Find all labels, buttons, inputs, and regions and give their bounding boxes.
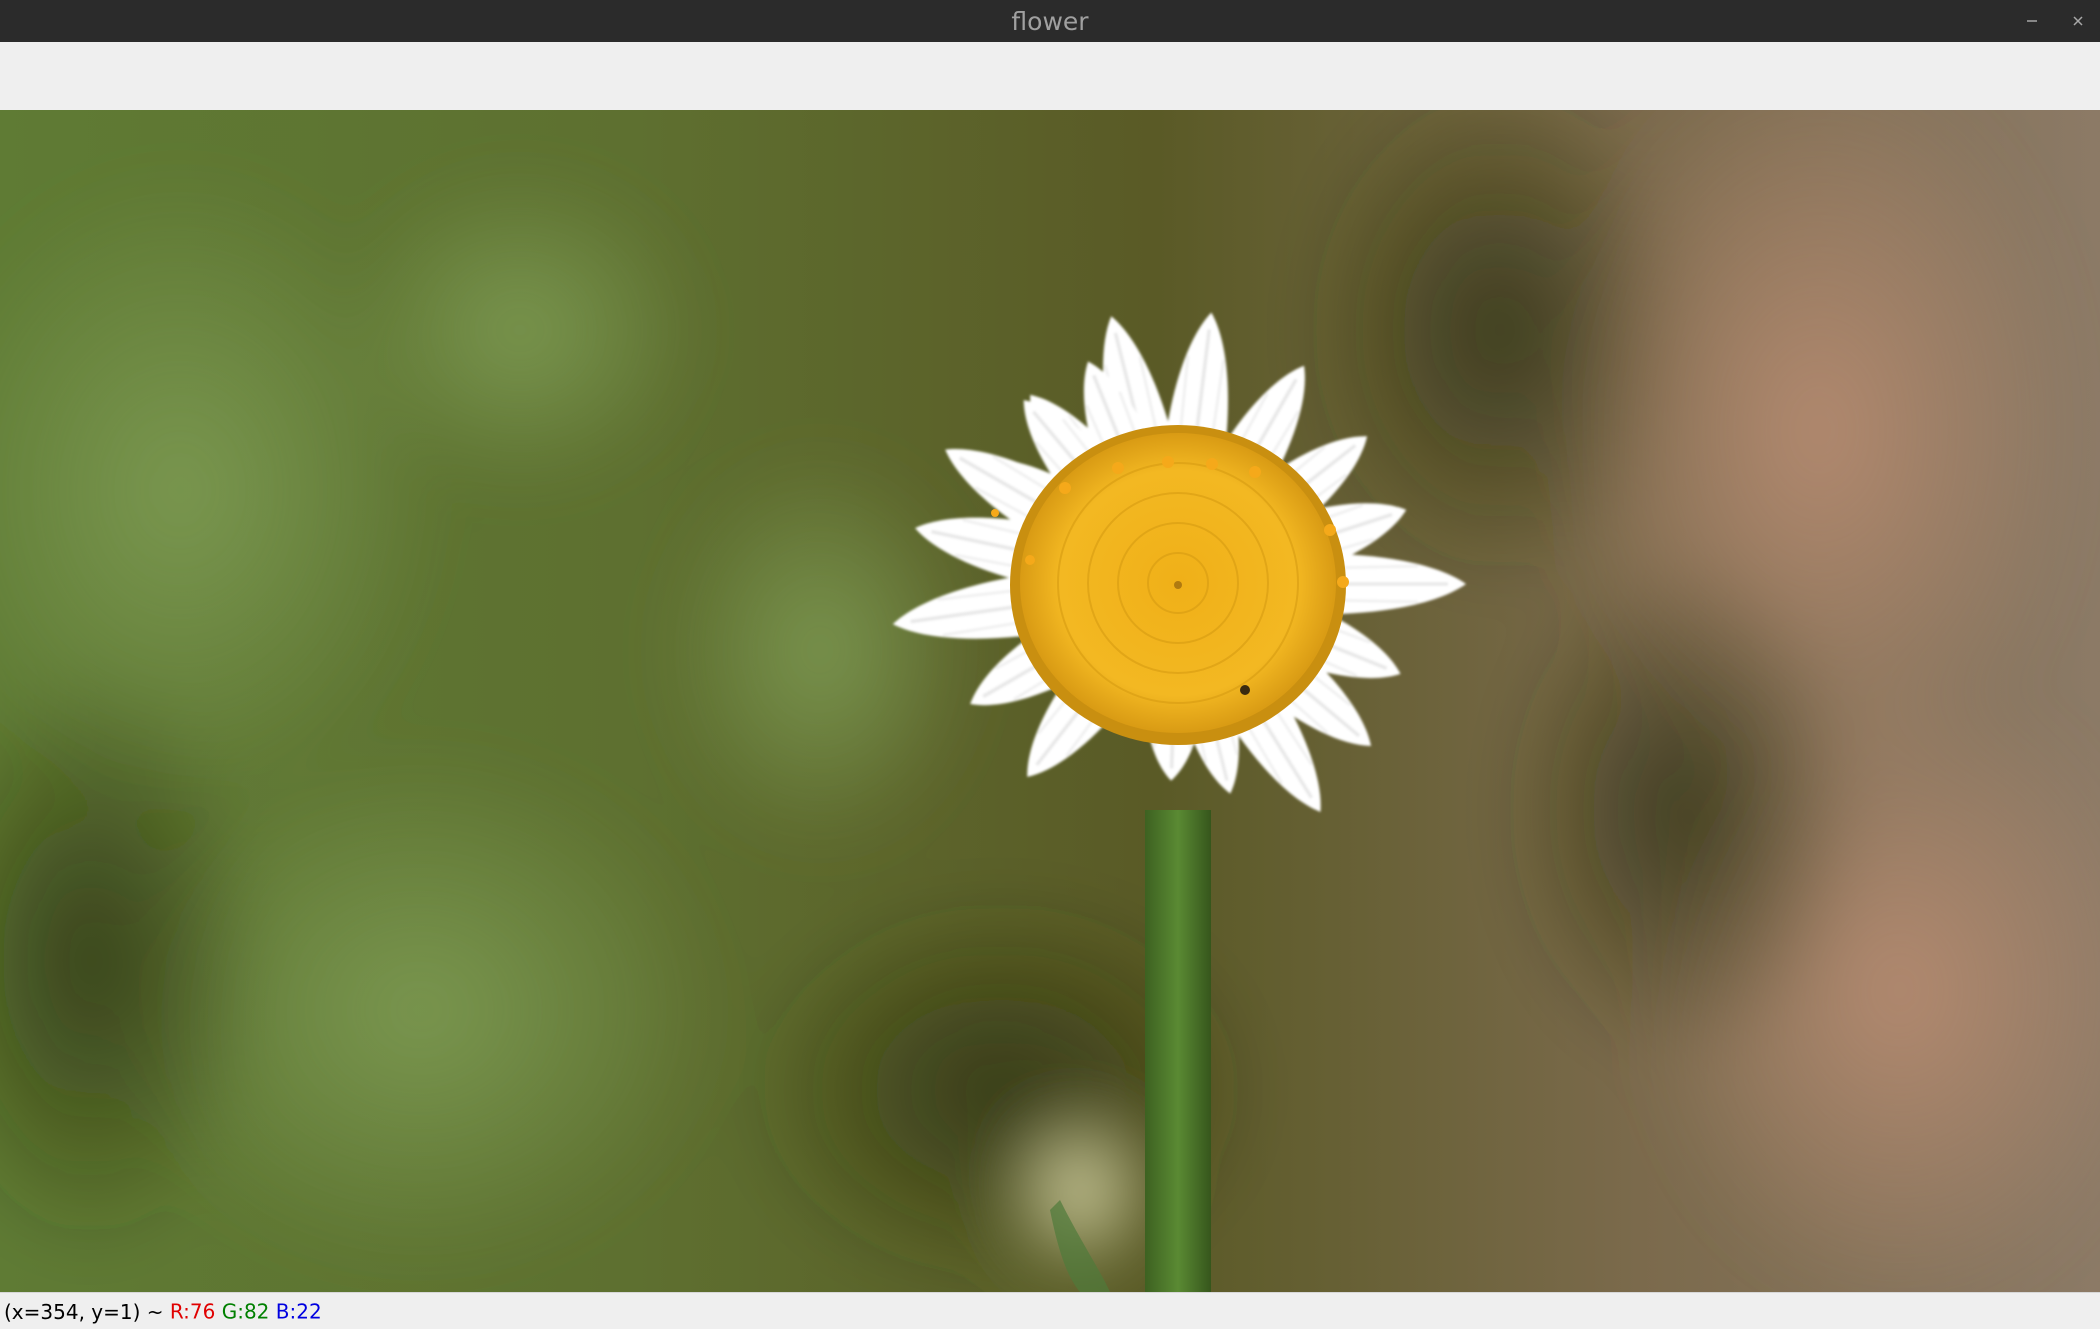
close-button[interactable]	[2063, 6, 2093, 36]
pixel-red-value: R:76	[169, 1299, 216, 1324]
image-canvas[interactable]	[0, 110, 2100, 1292]
image-viewer-window: flower (x=354, y=1) ~ R:76 G:82 B:22	[0, 0, 2100, 1327]
minimize-icon	[2027, 20, 2037, 22]
minimize-button[interactable]	[2017, 6, 2047, 36]
cursor-coordinates: (x=354, y=1) ~	[4, 1299, 164, 1324]
flower-image	[0, 110, 2100, 1292]
title-bar[interactable]: flower	[0, 0, 2100, 42]
close-icon	[2073, 16, 2083, 26]
window-title: flower	[1011, 7, 1089, 36]
pixel-blue-value: B:22	[275, 1299, 322, 1324]
pixel-green-value: G:82	[221, 1299, 270, 1324]
toolbar	[0, 42, 2100, 111]
status-bar: (x=354, y=1) ~ R:76 G:82 B:22	[0, 1292, 2100, 1327]
